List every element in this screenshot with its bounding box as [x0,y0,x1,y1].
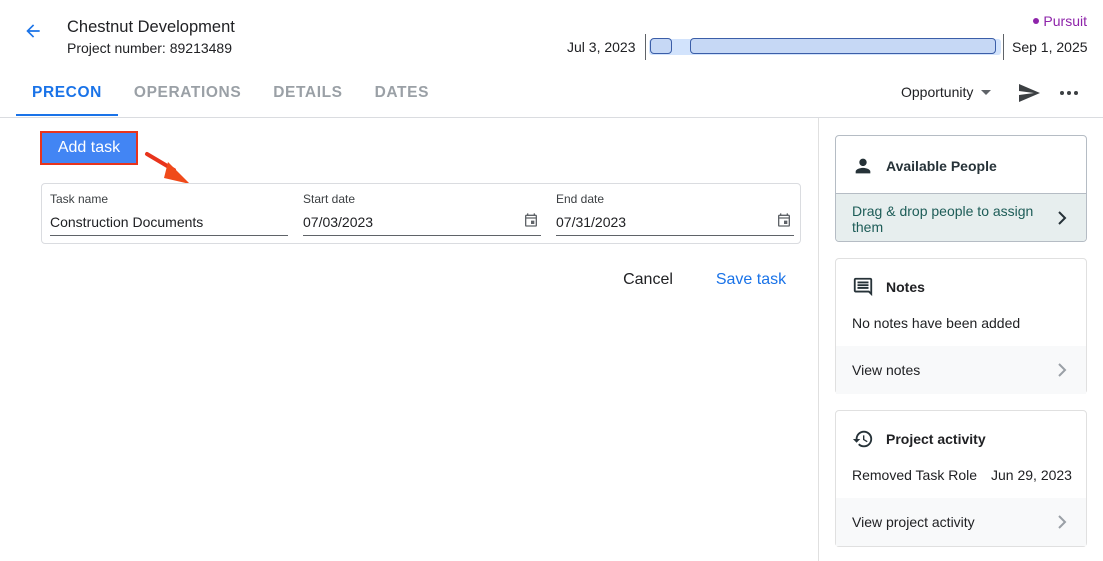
header-divider [0,117,1103,118]
project-activity-title: Project activity [886,431,986,447]
timeline-segment [650,38,672,54]
calendar-icon[interactable] [523,212,539,228]
drag-drop-hint: Drag & drop people to assign them [852,203,1034,235]
timeline-segment [690,38,996,54]
start-date-input[interactable]: 07/03/2023 [303,214,373,230]
notes-icon [853,277,873,297]
tab-dates[interactable]: DATES [359,72,445,116]
more-horiz-icon [1060,91,1064,95]
timeline-start-date: Jul 3, 2023 [567,39,636,55]
project-activity-header: Project activity [852,428,986,450]
chevron-right-icon [1058,515,1067,529]
activity-entry-text: Removed Task Role [852,467,978,483]
add-task-button[interactable]: Add task [40,131,138,165]
project-number: Project number: 89213489 [67,40,232,56]
status-badge: Pursuit [1033,13,1087,29]
available-people-title: Available People [886,158,997,174]
available-people-card: Available People Drag & drop people to a… [835,135,1087,242]
view-notes-row[interactable]: View notes [836,346,1086,394]
project-activity-card: Project activity Removed Task Role Jun 2… [835,410,1087,547]
task-name-input[interactable]: Construction Documents [50,214,203,230]
cancel-button[interactable]: Cancel [614,266,682,294]
notes-title: Notes [886,279,925,295]
tab-bar: PRECON OPERATIONS DETAILS DATES [16,72,445,116]
status-dot-icon [1033,18,1040,24]
view-notes-label: View notes [852,362,921,378]
chevron-right-icon [1058,211,1067,225]
history-icon [852,430,873,448]
task-name-field[interactable]: Task name Construction Documents [50,192,288,236]
save-task-button[interactable]: Save task [705,266,797,294]
project-title: Chestnut Development [67,18,235,36]
notes-empty-text: No notes have been added [852,315,1021,331]
tab-operations[interactable]: OPERATIONS [118,72,257,116]
back-button[interactable] [20,18,46,44]
chevron-right-icon [1058,363,1067,377]
end-date-label: End date [556,192,605,206]
notes-header: Notes [852,276,925,298]
tab-details[interactable]: DETAILS [257,72,358,116]
more-options-button[interactable] [1058,81,1080,105]
stage-select[interactable]: Opportunity [901,84,992,100]
calendar-icon[interactable] [776,212,792,228]
end-date-field[interactable]: End date 07/31/2023 [556,192,794,236]
stage-select-value: Opportunity [901,84,974,100]
person-icon [855,158,871,174]
view-project-activity-row[interactable]: View project activity [836,498,1086,546]
tab-precon[interactable]: PRECON [16,72,118,116]
send-button[interactable] [1016,81,1042,105]
task-name-label: Task name [50,192,109,206]
annotation-arrow-icon [145,152,190,184]
arrow-back-icon [26,24,40,38]
status-label: Pursuit [1043,13,1087,29]
notes-card: Notes No notes have been added View note… [835,258,1087,394]
timeline-end-tick [1003,34,1004,60]
project-timeline [645,34,1005,60]
activity-entry-date: Jun 29, 2023 [991,467,1072,483]
drag-drop-people-row[interactable]: Drag & drop people to assign them [836,193,1086,241]
send-icon [1019,84,1040,102]
view-project-activity-label: View project activity [852,514,975,530]
start-date-label: Start date [303,192,356,206]
available-people-header: Available People [852,155,997,177]
task-form: Task name Construction Documents Start d… [41,183,801,244]
end-date-input[interactable]: 07/31/2023 [556,214,626,230]
caret-down-icon [981,89,992,95]
timeline-end-date: Sep 1, 2025 [1012,39,1088,55]
sidebar-divider [818,118,819,561]
timeline-start-tick [645,34,646,60]
start-date-field[interactable]: Start date 07/03/2023 [303,192,541,236]
